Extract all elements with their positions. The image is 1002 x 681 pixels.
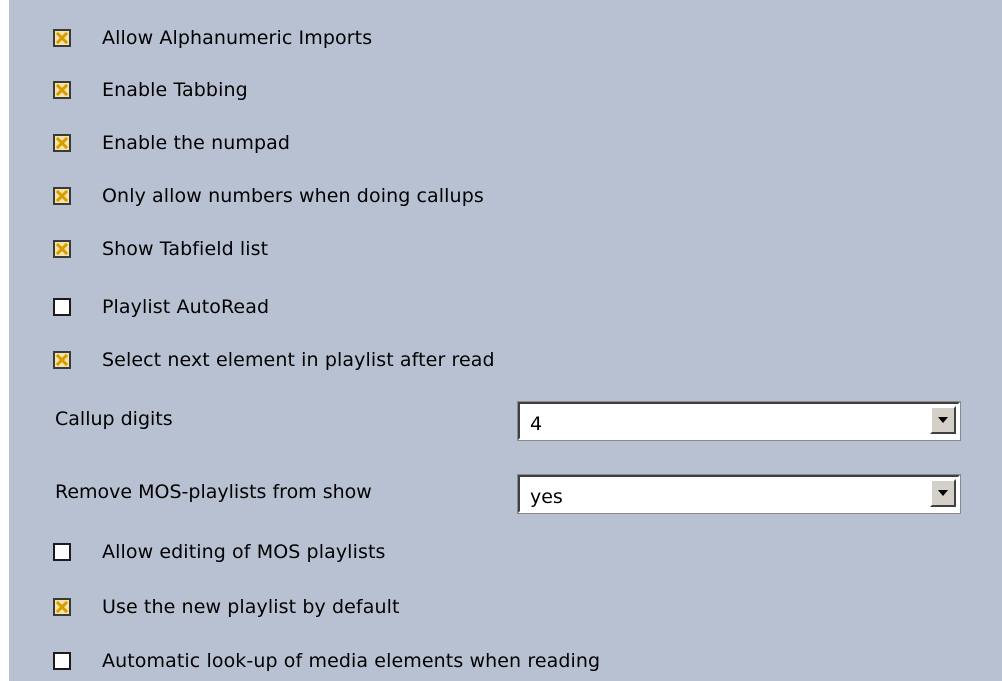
x-check-icon [56,32,68,44]
allow-editing-mos-checkbox[interactable] [53,543,71,561]
x-check-icon [56,137,68,149]
playlist-autoread-label: Playlist AutoRead [102,296,270,318]
enable-tabbing-checkbox[interactable] [53,81,71,99]
automatic-lookup-media-option[interactable]: Automatic look-up of media elements when… [53,648,600,674]
allow-editing-mos-label: Allow editing of MOS playlists [102,541,386,563]
settings-panel: Allow Alphanumeric Imports Enable Tabbin… [9,0,1002,681]
enable-tabbing-option[interactable]: Enable Tabbing [53,77,248,103]
only-numbers-callups-option[interactable]: Only allow numbers when doing callups [53,183,484,209]
enable-numpad-label: Enable the numpad [102,132,291,154]
playlist-autoread-option[interactable]: Playlist AutoRead [53,294,269,320]
automatic-lookup-media-checkbox[interactable] [53,652,71,670]
select-next-element-checkbox[interactable] [53,351,71,369]
remove-mos-playlists-label: Remove MOS-playlists from show [55,481,372,503]
use-new-playlist-checkbox[interactable] [53,598,71,616]
automatic-lookup-media-label: Automatic look-up of media elements when… [102,650,601,672]
only-numbers-callups-label: Only allow numbers when doing callups [102,185,484,207]
use-new-playlist-label: Use the new playlist by default [102,596,400,618]
callup-digits-select[interactable]: 4 [517,401,961,441]
only-numbers-callups-checkbox[interactable] [53,187,71,205]
use-new-playlist-option[interactable]: Use the new playlist by default [53,594,400,620]
chevron-down-icon[interactable] [930,406,956,434]
select-next-element-label: Select next element in playlist after re… [102,349,495,371]
allow-alphanumeric-imports-label: Allow Alphanumeric Imports [102,27,373,49]
remove-mos-playlists-select[interactable]: yes [517,474,961,514]
chevron-down-icon[interactable] [930,479,956,507]
enable-tabbing-label: Enable Tabbing [102,79,248,101]
x-check-icon [56,601,68,613]
allow-alphanumeric-imports-option[interactable]: Allow Alphanumeric Imports [53,25,372,51]
allow-editing-mos-option[interactable]: Allow editing of MOS playlists [53,539,386,565]
show-tabfield-list-option[interactable]: Show Tabfield list [53,236,268,262]
allow-alphanumeric-imports-checkbox[interactable] [53,29,71,47]
playlist-autoread-checkbox[interactable] [53,298,71,316]
enable-numpad-option[interactable]: Enable the numpad [53,130,290,156]
enable-numpad-checkbox[interactable] [53,134,71,152]
x-check-icon [56,190,68,202]
callup-digits-label: Callup digits [55,408,173,430]
x-check-icon [56,243,68,255]
x-check-icon [56,84,68,96]
callup-digits-value: 4 [530,413,543,435]
x-check-icon [56,354,68,366]
select-next-element-option[interactable]: Select next element in playlist after re… [53,347,495,373]
show-tabfield-list-label: Show Tabfield list [102,238,269,260]
show-tabfield-list-checkbox[interactable] [53,240,71,258]
remove-mos-playlists-value: yes [530,486,563,508]
